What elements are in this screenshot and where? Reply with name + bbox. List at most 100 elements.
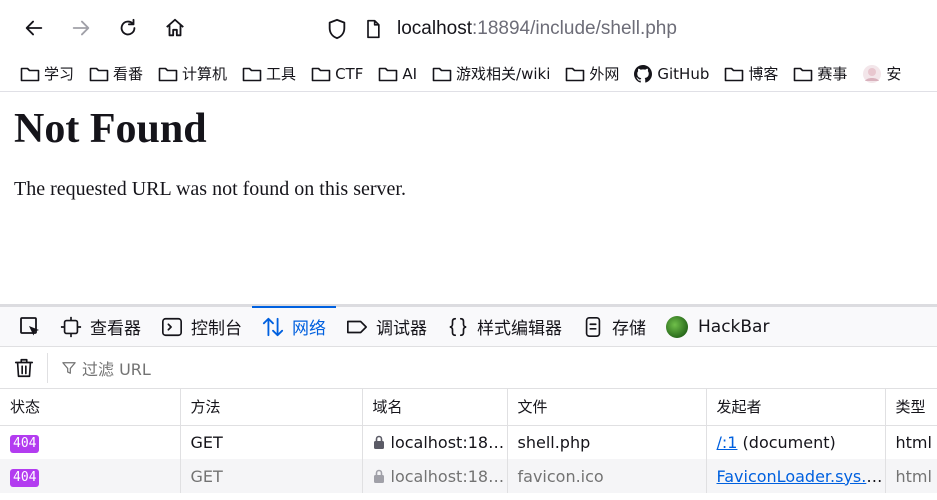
element-picker-icon: [20, 316, 39, 335]
devtools-tabbar: 查看器 控制台 网络 调试器 样式编辑器 存储 HackBar: [0, 306, 937, 347]
tab-label: 查看器: [90, 319, 141, 339]
filter-url-input[interactable]: 过滤 URL: [48, 356, 151, 380]
url-path: :18894/include/shell.php: [472, 18, 677, 39]
folder-icon: [432, 67, 452, 81]
console-icon: [162, 317, 182, 336]
reload-icon: [120, 18, 136, 36]
braces-icon: [449, 317, 467, 336]
shield-icon[interactable]: [325, 17, 349, 41]
hackbar-icon: [666, 315, 688, 338]
bookmark-folder[interactable]: 计算机: [158, 63, 227, 84]
url-host: localhost: [397, 18, 472, 39]
initiator-note: (document): [737, 432, 836, 452]
file-cell: shell.php: [507, 425, 707, 459]
lock-icon: [373, 469, 384, 483]
initiator-cell: /:1 (document): [706, 425, 886, 459]
home-button[interactable]: [161, 14, 189, 42]
storage-icon: [585, 316, 601, 337]
column-header-method[interactable]: 方法: [180, 389, 363, 426]
tab-style-editor[interactable]: 样式编辑器: [437, 307, 572, 346]
reload-button[interactable]: [114, 14, 142, 42]
inspector-icon: [60, 316, 82, 337]
folder-icon: [89, 67, 109, 81]
tab-hackbar[interactable]: HackBar: [656, 307, 779, 346]
arrow-right-icon: [72, 20, 90, 36]
status-cell: 404: [0, 459, 181, 493]
bookmarks-bar: 学习 看番 计算机 工具 CTF AI 游戏相关/wiki 外网 GitHub …: [0, 56, 937, 92]
bookmark-label: 外网: [589, 65, 620, 83]
bookmark-folder[interactable]: 工具: [242, 63, 296, 84]
bookmark-label: 看番: [113, 65, 144, 83]
bookmark-label: CTF: [335, 64, 364, 83]
bookmark-folder[interactable]: 赛事: [793, 63, 847, 84]
method-cell: GET: [180, 425, 363, 459]
navigation-bar: localhost:18894/include/shell.php: [0, 0, 937, 56]
forward-button[interactable]: [67, 14, 95, 42]
devtools-panel: 查看器 控制台 网络 调试器 样式编辑器 存储 HackBar 过滤 URL 状…: [0, 304, 937, 500]
github-icon: [634, 64, 653, 83]
filter-icon: [62, 361, 76, 374]
bookmark-folder[interactable]: 博客: [724, 63, 778, 84]
tab-label: 控制台: [191, 319, 242, 339]
bookmark-label: 博客: [748, 65, 779, 83]
bookmark-folder[interactable]: 外网: [565, 63, 619, 84]
column-header-type[interactable]: 类型: [885, 389, 937, 426]
tab-inspector[interactable]: 查看器: [50, 307, 151, 346]
bookmark-label: GitHub: [657, 64, 710, 83]
table-header-row: 状态 方法 域名 文件 发起者 类型: [0, 389, 937, 426]
element-picker-button[interactable]: [10, 307, 50, 346]
tab-console[interactable]: 控制台: [151, 307, 252, 346]
domain-text: localhost:18894: [390, 466, 507, 486]
tab-label: 网络: [292, 319, 326, 339]
arrow-left-icon: [25, 20, 43, 36]
folder-icon: [20, 67, 40, 81]
folder-icon: [379, 67, 398, 81]
status-badge: 404: [10, 468, 40, 487]
domain-cell: localhost:18894: [362, 425, 508, 459]
avatar-icon: [863, 64, 882, 83]
bookmark-label: 安: [886, 65, 902, 83]
type-cell: html: [885, 425, 937, 459]
status-badge: 404: [10, 434, 40, 453]
folder-icon: [794, 67, 813, 81]
bookmark-folder[interactable]: 学习: [20, 63, 74, 84]
bookmark-folder[interactable]: 游戏相关/wiki: [432, 63, 550, 84]
home-icon: [166, 18, 184, 37]
bookmark-folder[interactable]: 看番: [89, 63, 143, 84]
bookmark-folder[interactable]: AI: [378, 65, 417, 83]
bookmark-label: 计算机: [182, 65, 228, 83]
domain-cell: localhost:18894: [362, 459, 508, 493]
column-header-initiator[interactable]: 发起者: [706, 389, 886, 426]
column-header-file[interactable]: 文件: [507, 389, 707, 426]
back-button[interactable]: [20, 14, 48, 42]
tab-debugger[interactable]: 调试器: [336, 307, 437, 346]
tab-network[interactable]: 网络: [252, 306, 336, 346]
page-content: Not Found The requested URL was not foun…: [0, 93, 937, 304]
bookmark-label: 赛事: [817, 65, 848, 83]
url-text[interactable]: localhost:18894/include/shell.php: [397, 18, 677, 40]
bookmark-folder[interactable]: CTF: [311, 65, 363, 83]
url-bar[interactable]: localhost:18894/include/shell.php: [325, 14, 677, 44]
bookmark-label: 工具: [266, 65, 297, 83]
table-row[interactable]: 404 GET localhost:18894 shell.php /:1 (d…: [0, 425, 937, 459]
page-icon[interactable]: [361, 17, 385, 41]
bookmark-site[interactable]: 安: [862, 63, 901, 84]
bookmark-label: 学习: [44, 65, 75, 83]
network-arrows-icon: [262, 317, 284, 336]
initiator-link[interactable]: FaviconLoader.sys.mjs: [717, 467, 885, 486]
folder-icon: [311, 67, 331, 81]
file-cell: favicon.ico: [507, 459, 707, 493]
table-row[interactable]: 404 GET localhost:18894 favicon.ico Favi…: [0, 459, 937, 493]
tab-label: HackBar: [698, 316, 770, 337]
folder-icon: [158, 67, 178, 81]
method-cell: GET: [180, 459, 363, 493]
bookmark-github[interactable]: GitHub: [634, 64, 710, 83]
type-cell: html: [885, 459, 937, 493]
network-toolbar: 过滤 URL: [0, 347, 937, 389]
bookmark-label: AI: [402, 64, 418, 83]
tab-storage[interactable]: 存储: [572, 307, 656, 346]
column-header-domain[interactable]: 域名: [362, 389, 508, 426]
initiator-link[interactable]: /:1: [717, 433, 738, 452]
clear-requests-button[interactable]: [0, 352, 48, 383]
column-header-status[interactable]: 状态: [0, 389, 181, 426]
